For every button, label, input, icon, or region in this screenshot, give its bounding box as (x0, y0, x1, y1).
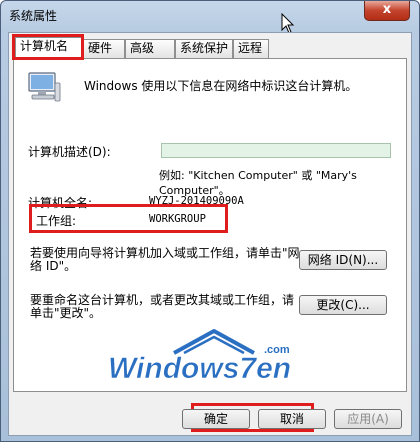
close-icon: x (382, 2, 392, 17)
tab-highlight-box (12, 34, 84, 60)
tab-system-protection[interactable]: 系统保护 (175, 39, 233, 58)
network-id-button[interactable]: 网络 ID(N)... (299, 250, 387, 270)
description-text: Windows 使用以下信息在网络中标识这台计算机。 (84, 79, 358, 93)
workgroup-value: WORKGROUP (149, 213, 206, 225)
close-button[interactable]: x (364, 1, 410, 21)
tab-label: 高级 (130, 41, 155, 55)
example-text: 例如: "Kitchen Computer" 或 "Mary's Compute… (159, 169, 357, 197)
network-id-instructions: 若要使用向导将计算机加入域或工作组，请单击"网络 ID"。 (30, 246, 300, 273)
system-properties-window: 系统属性 x 计算机名 硬件 高级 系统保护 远程 Windows 使用以下信息… (0, 0, 420, 442)
tab-label: 系统保护 (180, 41, 229, 55)
watermark-text: Windows7en (108, 352, 291, 383)
change-button[interactable]: 更改(C)... (299, 295, 387, 315)
ok-button[interactable]: 确定 (182, 409, 250, 429)
rename-instructions: 要重命名这台计算机，或者更改其域或工作组，请单击"更改"。 (30, 293, 295, 320)
workgroup-label: 工作组: (36, 214, 77, 228)
windows7en-watermark-logo: .com Windows7en (108, 329, 291, 383)
cancel-button[interactable]: 取消 (258, 409, 326, 429)
tab-hardware[interactable]: 硬件 (83, 39, 125, 58)
computer-icon (28, 72, 61, 102)
dialog-client-area: 计算机名 硬件 高级 系统保护 远程 Windows 使用以下信息在网络中标识这… (8, 32, 412, 436)
tab-advanced[interactable]: 高级 (125, 39, 175, 58)
window-title: 系统属性 (9, 9, 58, 23)
tab-label: 远程 (238, 41, 263, 55)
computer-description-label: 计算机描述(D): (28, 145, 111, 159)
apply-button[interactable]: 应用(A) (334, 409, 402, 429)
tab-label: 硬件 (88, 41, 113, 55)
title-bar[interactable]: 系统属性 x (1, 1, 419, 31)
computer-description-input[interactable] (161, 143, 391, 158)
tab-remote[interactable]: 远程 (233, 39, 269, 58)
